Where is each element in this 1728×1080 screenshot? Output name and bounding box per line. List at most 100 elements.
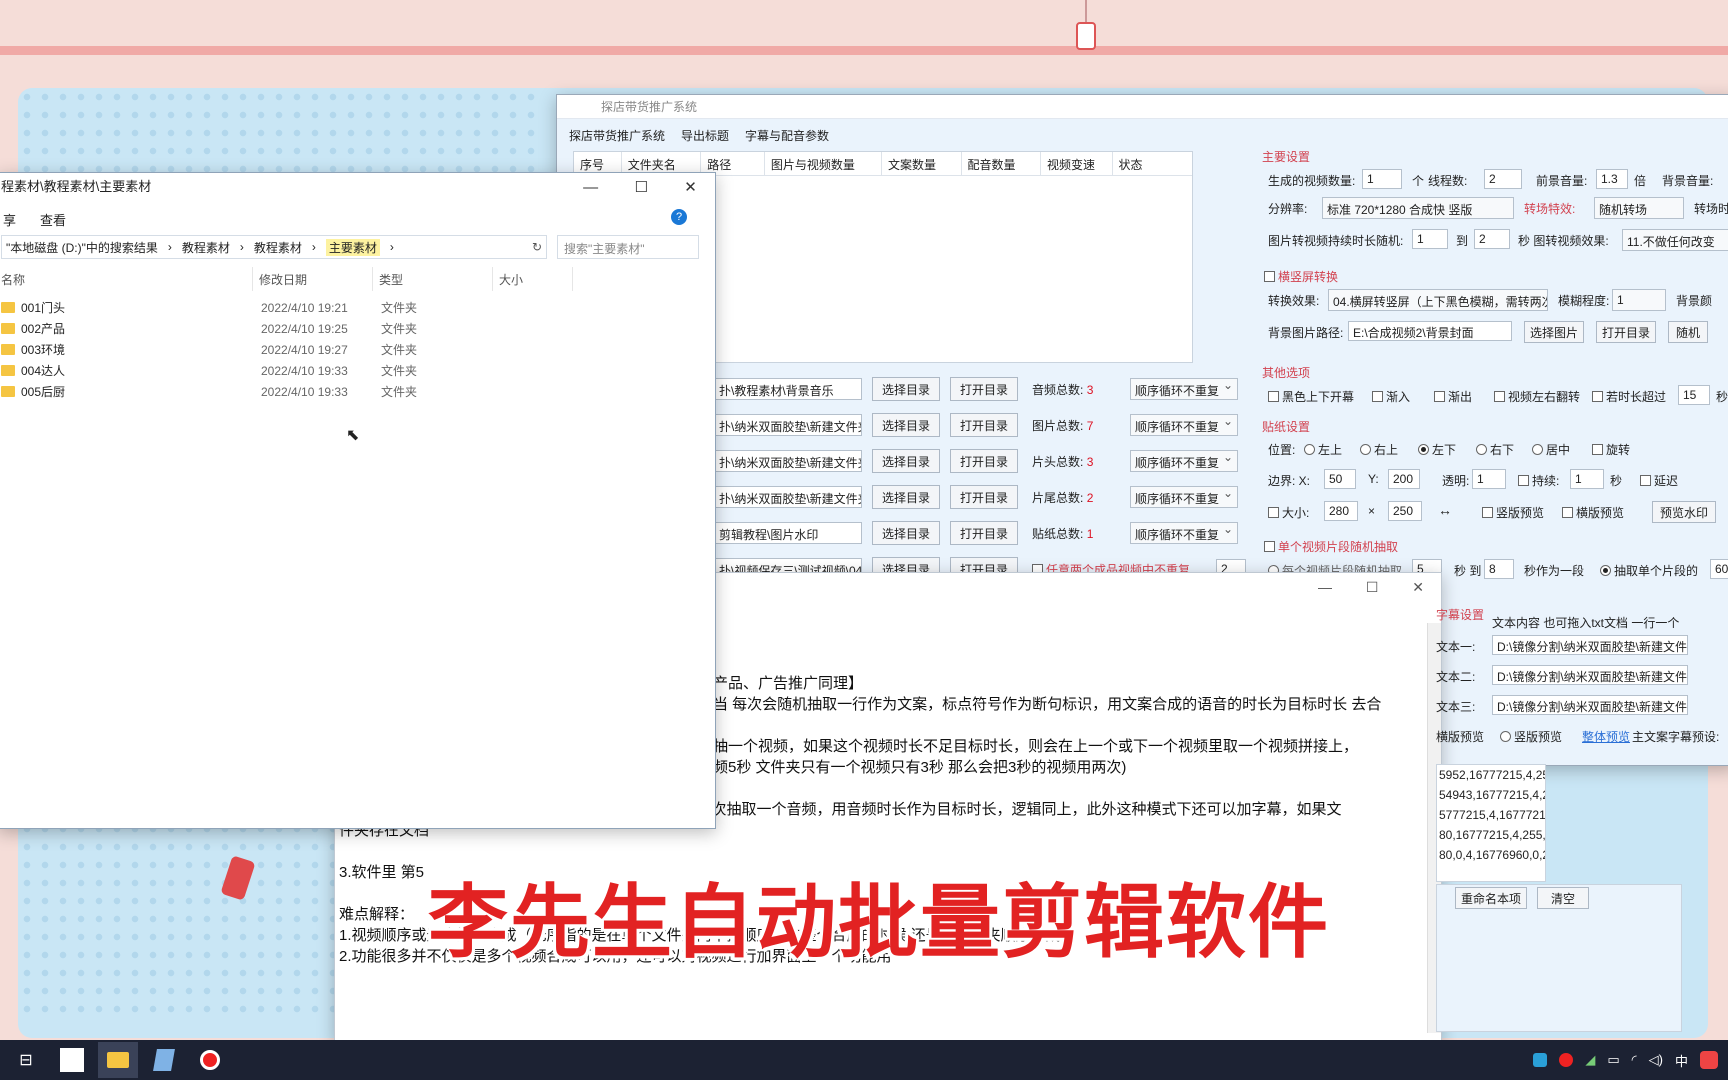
select-dir-button[interactable]: 选择目录	[872, 413, 940, 437]
grid-col-status[interactable]: 状态	[1113, 152, 1192, 175]
img-effect-select[interactable]: 11.不做任何改变	[1622, 229, 1728, 251]
clip-single-input[interactable]: 60	[1710, 559, 1728, 579]
list-item[interactable]: 54943,16777215,4,255,0,2,0,0,...	[1437, 785, 1545, 805]
open-dir-button[interactable]: 打开目录	[950, 449, 1018, 473]
clip-single-radio[interactable]: 抽取单个片段的	[1600, 562, 1698, 579]
order-mode-select[interactable]: 顺序循环不重复	[1130, 522, 1238, 544]
grid-col-speed[interactable]: 视频变速	[1041, 152, 1113, 175]
record-icon[interactable]	[190, 1042, 230, 1078]
order-mode-select[interactable]: 顺序循环不重复	[1130, 450, 1238, 472]
select-dir-button[interactable]: 选择目录	[872, 449, 940, 473]
threads-input[interactable]: 2	[1484, 169, 1522, 189]
delay-checkbox[interactable]: 延迟	[1640, 472, 1678, 489]
resolution-select[interactable]: 标准 720*1280 合成快 竖版	[1322, 197, 1514, 219]
col-size[interactable]: 大小	[493, 267, 573, 291]
size-checkbox[interactable]: 大小:	[1268, 504, 1309, 521]
alpha-input[interactable]: 1	[1472, 469, 1506, 489]
pos-bottom-left[interactable]: 左下	[1418, 441, 1456, 458]
folder-path-input[interactable]: 扑\教程素材\背景音乐	[714, 378, 862, 400]
menu-export-title[interactable]: 导出标题	[679, 125, 731, 146]
clear-button[interactable]: 清空	[1537, 887, 1589, 909]
duration-limit-input[interactable]: 15	[1678, 385, 1710, 405]
hv-convert-checkbox[interactable]: 横竖屏转换	[1264, 268, 1338, 285]
notepad-icon[interactable]	[144, 1042, 184, 1078]
crumb-folder[interactable]: 教程素材	[254, 239, 302, 256]
sogou-ime-icon[interactable]	[1700, 1051, 1718, 1069]
vertical-preview-checkbox[interactable]: 竖版预览	[1482, 504, 1544, 521]
file-row[interactable]: 002产品 2022/4/10 19:25 文件夹	[0, 318, 609, 339]
opt-black-curtain[interactable]: 黑色上下开幕	[1268, 388, 1354, 405]
file-explorer-icon[interactable]	[98, 1042, 138, 1078]
horizontal-preview-checkbox[interactable]: 横版预览	[1562, 504, 1624, 521]
folder-path-input[interactable]: 剪辑教程\图片水印	[714, 522, 862, 544]
folder-path-input[interactable]: 扑\纳米双面胶垫\新建文件夹	[714, 450, 862, 472]
grid-col-media-count[interactable]: 图片与视频数量	[765, 152, 883, 175]
rotate-checkbox[interactable]: 旋转	[1592, 441, 1630, 458]
text1-input[interactable]: D:\镜像分割\纳米双面胶垫\新建文件夹\	[1492, 635, 1688, 655]
bg-path-input[interactable]: E:\合成视频2\背景封面	[1348, 321, 1512, 341]
clip-random-checkbox[interactable]: 单个视频片段随机抽取	[1264, 538, 1398, 555]
opt-duration-limit[interactable]: 若时长超过	[1592, 388, 1666, 405]
duration-checkbox[interactable]: 持续:	[1518, 472, 1559, 489]
select-dir-button[interactable]: 选择目录	[872, 521, 940, 545]
duration-input[interactable]: 1	[1570, 469, 1604, 489]
file-row[interactable]: 003环境 2022/4/10 19:27 文件夹	[0, 339, 609, 360]
minimize-icon[interactable]: —	[1318, 579, 1332, 595]
list-item[interactable]: 80,16777215,4,255,0,2,0,50,3...	[1437, 825, 1545, 845]
random-button[interactable]: 随机	[1668, 321, 1708, 343]
img-duration-to[interactable]: 2	[1474, 229, 1510, 249]
menu-main[interactable]: 探店带货推广系统	[567, 125, 667, 146]
crumb-search-results[interactable]: "本地磁盘 (D:)"中的搜索结果	[6, 239, 158, 256]
tray-nvidia-icon[interactable]: ◢	[1585, 1052, 1595, 1068]
list-item[interactable]: 80,0,4,16776960,0,2,,75,0,假,...	[1437, 845, 1545, 865]
size-w-input[interactable]: 280	[1324, 501, 1358, 521]
size-h-input[interactable]: 250	[1388, 501, 1422, 521]
ribbon-view[interactable]: 查看	[40, 210, 66, 229]
preset-list[interactable]: 5952,16777215,4,255,0,2,50,0,...54943,16…	[1436, 764, 1546, 882]
full-preview-link[interactable]: 整体预览	[1582, 728, 1630, 745]
open-dir-button[interactable]: 打开目录	[950, 485, 1018, 509]
file-row[interactable]: 001门头 2022/4/10 19:21 文件夹	[0, 297, 609, 318]
vertical-preview-radio[interactable]: 竖版预览	[1500, 728, 1562, 745]
list-item[interactable]: 5952,16777215,4,255,0,2,50,0,...	[1437, 765, 1545, 785]
rename-button[interactable]: 重命名本项	[1455, 887, 1527, 909]
opt-mirror[interactable]: 视频左右翻转	[1494, 388, 1580, 405]
order-mode-select[interactable]: 顺序循环不重复	[1130, 486, 1238, 508]
task-view-icon[interactable]: ⊟	[6, 1042, 46, 1078]
img-duration-from[interactable]: 1	[1412, 229, 1448, 249]
maximize-icon[interactable]: ☐	[634, 178, 647, 196]
file-row[interactable]: 005后厨 2022/4/10 19:33 文件夹	[0, 381, 609, 402]
opt-fade-out[interactable]: 渐出	[1434, 388, 1472, 405]
col-date[interactable]: 修改日期	[253, 267, 373, 291]
maximize-icon[interactable]: ☐	[1366, 579, 1379, 596]
tray-app-icon[interactable]	[1533, 1053, 1548, 1067]
search-input[interactable]: 搜索"主要素材"	[557, 235, 699, 259]
pos-top-left[interactable]: 左上	[1304, 441, 1342, 458]
col-name[interactable]: 名称	[0, 267, 253, 291]
ribbon-share[interactable]: 享	[3, 210, 16, 229]
pos-center[interactable]: 居中	[1532, 441, 1570, 458]
open-dir-button[interactable]: 打开目录	[950, 521, 1018, 545]
text2-input[interactable]: D:\镜像分割\纳米双面胶垫\新建文件夹\	[1492, 665, 1688, 685]
battery-icon[interactable]: ▭	[1607, 1052, 1619, 1068]
ime-indicator[interactable]: 中	[1675, 1051, 1688, 1070]
opt-fade-in[interactable]: 渐入	[1372, 388, 1410, 405]
open-dir-button[interactable]: 打开目录	[950, 377, 1018, 401]
order-mode-select[interactable]: 顺序循环不重复	[1130, 414, 1238, 436]
wifi-icon[interactable]: ◜	[1632, 1052, 1637, 1068]
front-volume-input[interactable]: 1.3	[1596, 169, 1628, 189]
close-icon[interactable]: ✕	[1412, 579, 1424, 596]
order-mode-select[interactable]: 顺序循环不重复	[1130, 378, 1238, 400]
select-dir-button[interactable]: 选择目录	[872, 485, 940, 509]
pos-bottom-right[interactable]: 右下	[1476, 441, 1514, 458]
margin-y-input[interactable]: 200	[1388, 469, 1420, 489]
transition-select[interactable]: 随机转场	[1594, 197, 1684, 219]
help-icon[interactable]: ?	[671, 209, 687, 225]
text3-input[interactable]: D:\镜像分割\纳米双面胶垫\新建文件夹\	[1492, 695, 1688, 715]
margin-x-input[interactable]: 50	[1324, 469, 1356, 489]
crumb-folder[interactable]: 教程素材	[182, 239, 230, 256]
folder-path-input[interactable]: 扑\纳米双面胶垫\新建文件夹	[714, 414, 862, 436]
menu-subtitle-params[interactable]: 字幕与配音参数	[743, 125, 831, 146]
file-row[interactable]: 004达人 2022/4/10 19:33 文件夹	[0, 360, 609, 381]
select-dir-button[interactable]: 选择目录	[872, 377, 940, 401]
